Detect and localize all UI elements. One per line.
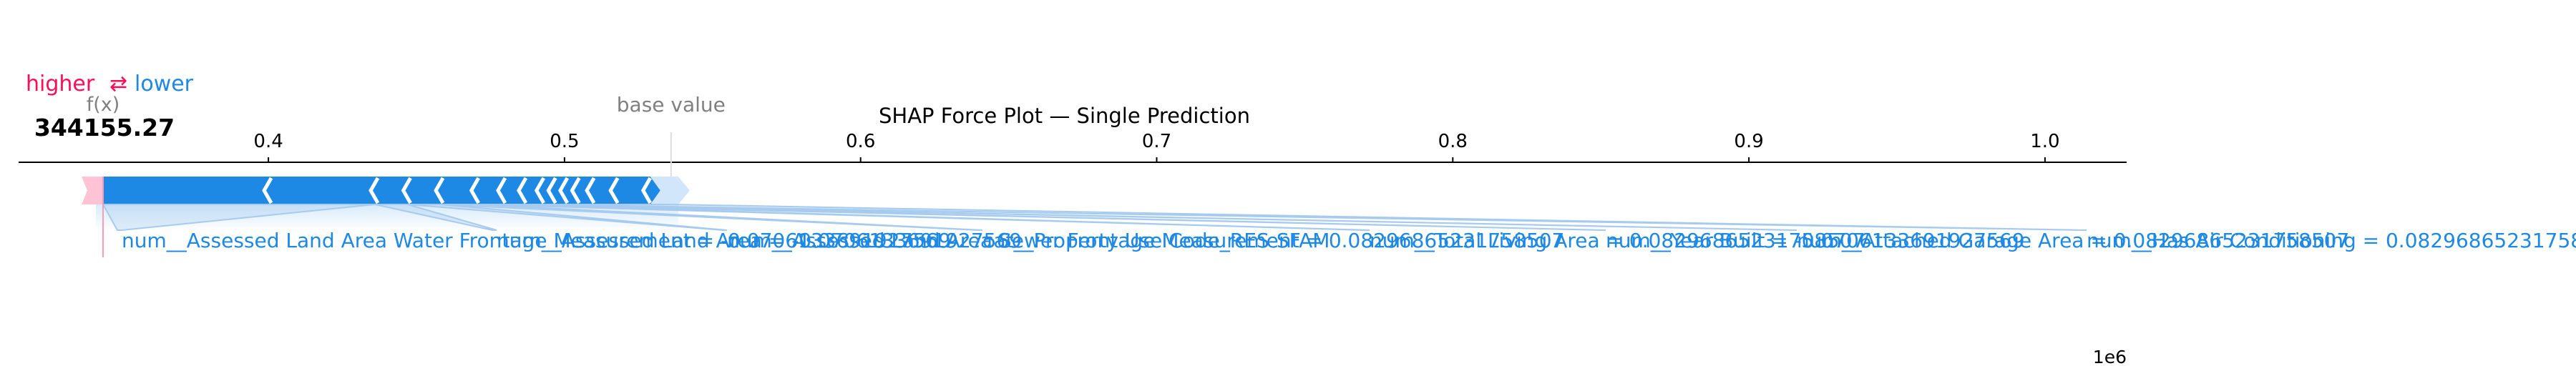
x-tick-label: 1.0 [2030, 131, 2059, 152]
base-value-label: base value [617, 93, 726, 117]
x-tick-label: 0.6 [846, 131, 875, 152]
x-tick-label: 0.7 [1142, 131, 1171, 152]
legend-lower-label: lower [135, 71, 194, 96]
x-tick-label: 0.9 [1734, 131, 1763, 152]
positive-stub [82, 177, 104, 204]
feature-label: num__Has Air Conditioning = 0.0829686523… [2087, 229, 2576, 252]
fx-label: f(x) [87, 94, 120, 116]
x-tick-label: 0.8 [1438, 131, 1468, 152]
feature-link [540, 204, 2087, 231]
x-tick-label: 0.5 [550, 131, 579, 152]
axis-multiplier-label: 1e6 [2093, 347, 2127, 367]
legend: higher ⇄ lower [26, 71, 194, 96]
legend-higher-label: higher [26, 71, 95, 96]
feature-label: cat__Property Use Code_RES-SFAM [982, 229, 1330, 252]
force-plot: higher ⇄ lower SHAP Force Plot — Single … [19, 71, 2576, 367]
fx-value: 344155.27 [34, 114, 175, 142]
x-tick-label: 0.4 [253, 131, 283, 152]
legend-arrows-icon: ⇄ [109, 71, 127, 96]
chart-title: SHAP Force Plot — Single Prediction [879, 104, 1250, 128]
